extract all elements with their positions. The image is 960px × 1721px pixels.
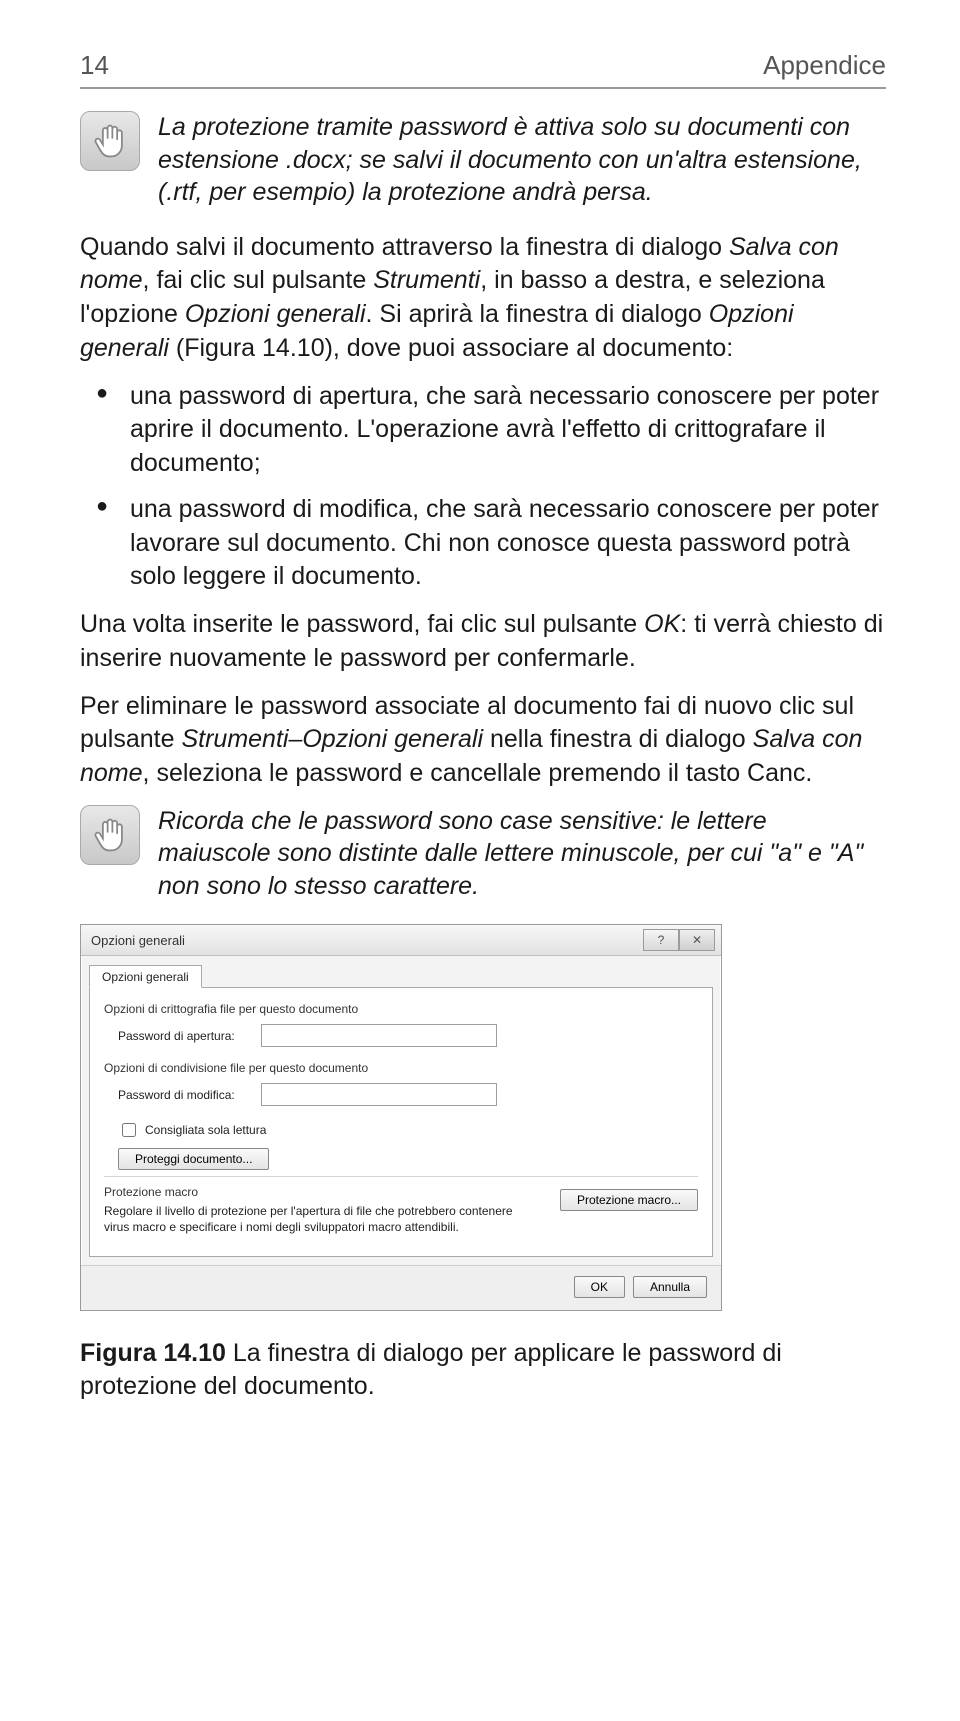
page-header: 14 Appendice xyxy=(80,50,886,89)
protect-document-button[interactable]: Proteggi documento... xyxy=(118,1148,269,1170)
close-button[interactable]: ✕ xyxy=(679,929,715,951)
macro-description: Regolare il livello di protezione per l'… xyxy=(104,1203,514,1235)
group-sharing: Opzioni di condivisione file per questo … xyxy=(104,1061,698,1075)
hand-stop-icon xyxy=(80,805,140,865)
label-password-open: Password di apertura: xyxy=(118,1029,235,1043)
dialog-titlebar: Opzioni generali ? ✕ xyxy=(81,925,721,956)
checkbox-readonly[interactable] xyxy=(122,1123,136,1137)
paragraph-3: Per eliminare le password associate al d… xyxy=(80,690,886,791)
bullet-item-1: una password di apertura, che sarà neces… xyxy=(80,380,886,481)
label-password-modify: Password di modifica: xyxy=(118,1088,235,1102)
group-macro: Protezione macro xyxy=(104,1185,514,1199)
paragraph-2: Una volta inserite le password, fai clic… xyxy=(80,608,886,676)
note-2-text: Ricorda che le password sono case sensit… xyxy=(158,805,886,903)
dialog-title: Opzioni generali xyxy=(91,933,185,948)
input-password-open[interactable] xyxy=(261,1024,497,1047)
macro-protection-button[interactable]: Protezione macro... xyxy=(560,1189,698,1211)
note-1-text: La protezione tramite password è attiva … xyxy=(158,111,886,209)
input-password-modify[interactable] xyxy=(261,1083,497,1106)
page-number: 14 xyxy=(80,50,109,81)
cancel-button[interactable]: Annulla xyxy=(633,1276,707,1298)
ok-button[interactable]: OK xyxy=(574,1276,625,1298)
figure-caption: Figura 14.10 La finestra di dialogo per … xyxy=(80,1337,886,1405)
hand-stop-icon xyxy=(80,111,140,171)
label-readonly: Consigliata sola lettura xyxy=(145,1123,266,1137)
options-dialog: Opzioni generali ? ✕ Opzioni generali Op… xyxy=(80,924,722,1310)
group-encryption: Opzioni di crittografia file per questo … xyxy=(104,1002,698,1016)
bullet-item-2: una password di modifica, che sarà neces… xyxy=(80,493,886,594)
help-button[interactable]: ? xyxy=(643,929,679,951)
section-title: Appendice xyxy=(763,50,886,81)
paragraph-1: Quando salvi il documento attraverso la … xyxy=(80,231,886,366)
tab-general-options[interactable]: Opzioni generali xyxy=(89,965,202,988)
bullet-list: una password di apertura, che sarà neces… xyxy=(80,380,886,595)
